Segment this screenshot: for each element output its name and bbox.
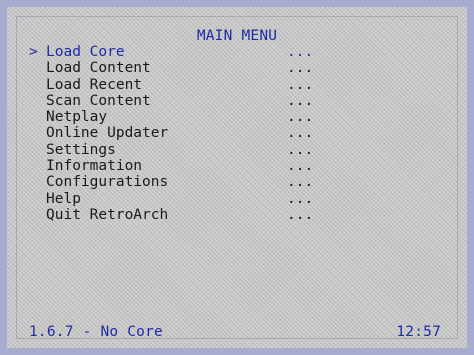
menu-item-value: ... xyxy=(287,141,314,158)
menu-item-quit-retroarch[interactable]: Quit RetroArch ... xyxy=(29,207,329,223)
retroarch-screen: MAIN MENU > Load Core ... Load Content .… xyxy=(0,0,474,355)
menu-item-label: Load Content xyxy=(46,60,151,77)
menu-item-label: Help xyxy=(46,190,81,207)
menu-item-label: Netplay xyxy=(46,109,108,126)
menu-item-scan-content[interactable]: Scan Content ... xyxy=(29,93,329,109)
menu-item-label: Quit RetroArch xyxy=(46,206,169,223)
menu-item-value: ... xyxy=(287,76,314,93)
menu-item-label: Load Core xyxy=(46,44,125,60)
menu-item-label: Online Updater xyxy=(46,125,169,142)
menu-item-label: Settings xyxy=(46,141,116,158)
menu-item-netplay[interactable]: Netplay ... xyxy=(29,109,329,125)
menu-item-load-core[interactable]: > Load Core ... xyxy=(29,44,329,60)
menu-item-value: ... xyxy=(287,206,314,223)
menu-item-value: ... xyxy=(287,92,314,109)
main-menu-list: > Load Core ... Load Content ... Load Re… xyxy=(29,44,329,223)
menu-item-online-updater[interactable]: Online Updater ... xyxy=(29,125,329,141)
menu-item-value: ... xyxy=(287,125,314,142)
menu-item-settings[interactable]: Settings ... xyxy=(29,142,329,158)
menu-item-value: ... xyxy=(287,44,314,60)
version-core-status: 1.6.7 - No Core xyxy=(29,324,163,340)
menu-title: MAIN MENU xyxy=(196,28,278,44)
menu-item-value: ... xyxy=(287,174,314,191)
clock: 12:57 xyxy=(396,324,441,340)
menu-item-value: ... xyxy=(287,109,314,126)
menu-item-load-recent[interactable]: Load Recent ... xyxy=(29,77,329,93)
menu-item-label: Information xyxy=(46,158,143,175)
menu-item-label: Configurations xyxy=(46,174,169,191)
selection-cursor-icon: > xyxy=(29,44,38,60)
menu-item-load-content[interactable]: Load Content ... xyxy=(29,60,329,76)
menu-item-label: Load Recent xyxy=(46,76,143,93)
menu-item-information[interactable]: Information ... xyxy=(29,158,329,174)
menu-item-label: Scan Content xyxy=(46,92,151,109)
menu-item-value: ... xyxy=(287,60,314,77)
menu-item-help[interactable]: Help ... xyxy=(29,191,329,207)
menu-item-value: ... xyxy=(287,190,314,207)
menu-item-configurations[interactable]: Configurations ... xyxy=(29,174,329,190)
menu-item-value: ... xyxy=(287,158,314,175)
